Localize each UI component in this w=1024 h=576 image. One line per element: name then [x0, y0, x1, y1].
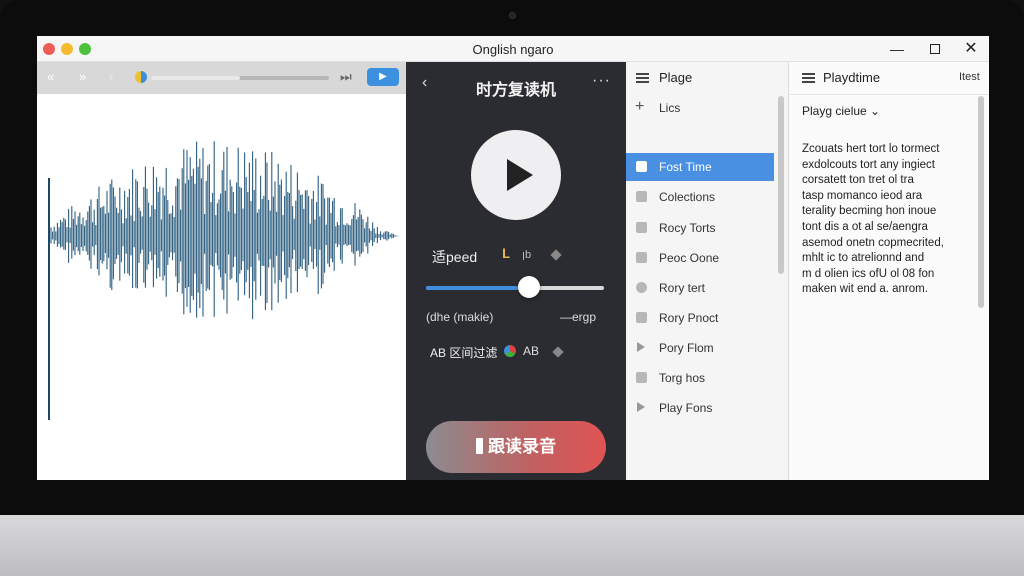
close-button[interactable]: ✕ — [961, 39, 981, 59]
transport-bar: « » › ⏭ ▶ — [37, 62, 406, 94]
title-bar: Onglish ngaro — ✕ — [37, 36, 989, 62]
menu-icon[interactable] — [802, 73, 815, 83]
ab-loop-label: AB 区间过滤 — [430, 346, 498, 360]
monitor-chin — [0, 515, 1024, 576]
app-window: Onglish ngaro — ✕ « » › ⏭ ▶ ‹ 时方复读机 ··· … — [37, 36, 989, 480]
transcript-line: exdolcouts tort any ingiect — [802, 158, 935, 171]
slider-left-label: (dhe (makie) — [426, 310, 494, 324]
player-panel: ‹ 时方复读机 ··· 适peed 𝐋 ꞁb (dhe (makie) —erg… — [406, 62, 626, 480]
transport-play-button[interactable]: ▶ — [367, 68, 399, 86]
speed-secondary-icon: ꞁb — [522, 249, 532, 261]
play-button[interactable] — [471, 130, 561, 220]
speed-icon: 𝐋 — [502, 246, 511, 261]
rewind-button[interactable]: « — [47, 69, 54, 84]
transport-progress-fill — [151, 76, 240, 80]
list-item-label: Rory tert — [659, 281, 706, 295]
transcript-dropdown[interactable]: Playg cielue ⌄ — [802, 104, 880, 118]
list-item[interactable]: + Lics — [626, 94, 774, 122]
ab-button[interactable]: AB — [523, 344, 539, 358]
transcript-body: Zcouats hert tort lo tormect exdolcouts … — [802, 142, 972, 298]
square-icon — [636, 222, 647, 233]
skip-button[interactable]: › — [109, 69, 113, 84]
window-title: Onglish ngaro — [472, 42, 554, 57]
minimize-button[interactable]: — — [887, 39, 907, 59]
play-icon — [507, 159, 533, 191]
speed-label: 适peed — [432, 249, 478, 265]
speaker-icon — [637, 342, 645, 352]
forward-button[interactable]: » — [79, 69, 86, 84]
playlist-scrollbar[interactable] — [778, 96, 784, 274]
list-item-label: Lics — [659, 101, 681, 115]
transcript-line: tasp momanco ieod ara — [802, 189, 923, 202]
list-item-label: Pory Flom — [659, 341, 714, 355]
folder-icon — [636, 191, 647, 202]
ab-diamond-icon — [552, 346, 564, 358]
plus-icon: + — [635, 98, 645, 115]
waveform-pane: « » › ⏭ ▶ — [37, 62, 406, 480]
list-item-label: Rory Pnoct — [659, 311, 719, 325]
playlist-pane: Plage + Lics Fost Time Colections Rocy T… — [626, 62, 789, 480]
maximize-button[interactable] — [925, 39, 945, 59]
ab-loop-icon[interactable] — [504, 345, 516, 357]
list-item[interactable]: Play Fons — [626, 394, 774, 422]
speed-slider[interactable] — [426, 276, 604, 298]
list-item-label: Peoc Oone — [659, 251, 720, 265]
transcript-line: m d olien ics ofU ol 08 fon — [802, 267, 935, 280]
record-icon — [476, 438, 483, 454]
more-options-button[interactable]: ··· — [592, 72, 611, 90]
menu-icon[interactable] — [636, 73, 649, 83]
playlist-header: Plage — [626, 62, 789, 94]
doc-icon — [636, 372, 647, 383]
record-button[interactable]: 跟读录音 — [426, 421, 606, 473]
list-item[interactable]: Pory Flom — [626, 334, 774, 362]
transport-progress-track[interactable] — [151, 76, 329, 80]
play-icon — [637, 402, 645, 412]
transcript-header-right[interactable]: Itest — [959, 71, 980, 83]
transcript-line: asemod onetn copmecrited, — [802, 236, 944, 249]
list-item-selected[interactable]: Fost Time — [626, 153, 774, 181]
transcript-title: Playdtime — [823, 70, 881, 85]
record-label: 跟读录音 — [488, 437, 556, 456]
list-item-label: Fost Time — [659, 160, 712, 174]
transcript-scrollbar[interactable] — [978, 96, 984, 308]
skip-to-end-button[interactable]: ⏭ — [340, 69, 352, 85]
speed-diamond-icon — [550, 249, 562, 261]
square-icon — [636, 312, 647, 323]
divider — [789, 94, 989, 95]
transcript-pane: Playdtime Itest Playg cielue ⌄ Zcouats h… — [789, 62, 989, 480]
speed-slider-fill — [426, 286, 530, 290]
transcript-line: mhlt ic to atrelionnd and — [802, 252, 925, 265]
maximize-icon — [930, 44, 940, 54]
list-item-label: Rocy Torts — [659, 221, 716, 235]
list-item[interactable]: Rory Pnoct — [626, 304, 774, 332]
list-item-label: Play Fons — [659, 401, 713, 415]
square-icon — [636, 252, 647, 263]
waveform-canvas[interactable] — [37, 94, 406, 480]
transcript-line: tont dis a ot al se/aengra — [802, 220, 928, 233]
transcript-line: maken wit end a. anrom. — [802, 283, 928, 296]
transcript-line: terality becming hon inoue — [802, 205, 937, 218]
list-item[interactable]: Torg hos — [626, 364, 774, 392]
playlist-title: Plage — [659, 70, 693, 85]
speed-slider-knob[interactable] — [518, 276, 541, 298]
slider-right-label: —ergp — [560, 310, 597, 324]
list-item[interactable]: Rocy Torts — [626, 214, 774, 242]
list-item-label: Torg hos — [659, 371, 706, 385]
circle-icon — [636, 282, 647, 293]
list-item-label: Colections — [659, 190, 716, 204]
transcript-line: Zcouats hert tort lo tormect — [802, 143, 940, 155]
list-item[interactable]: Peoc Oone — [626, 244, 774, 272]
list-item[interactable]: Rory tert — [626, 274, 774, 302]
waveform-graphic — [48, 141, 399, 420]
webcam-dot — [509, 12, 516, 19]
position-marker-icon[interactable] — [135, 71, 147, 83]
doc-icon — [636, 161, 647, 172]
transcript-line: corsatett ton tret ol tra — [802, 174, 914, 187]
list-item[interactable]: Colections — [626, 183, 774, 211]
